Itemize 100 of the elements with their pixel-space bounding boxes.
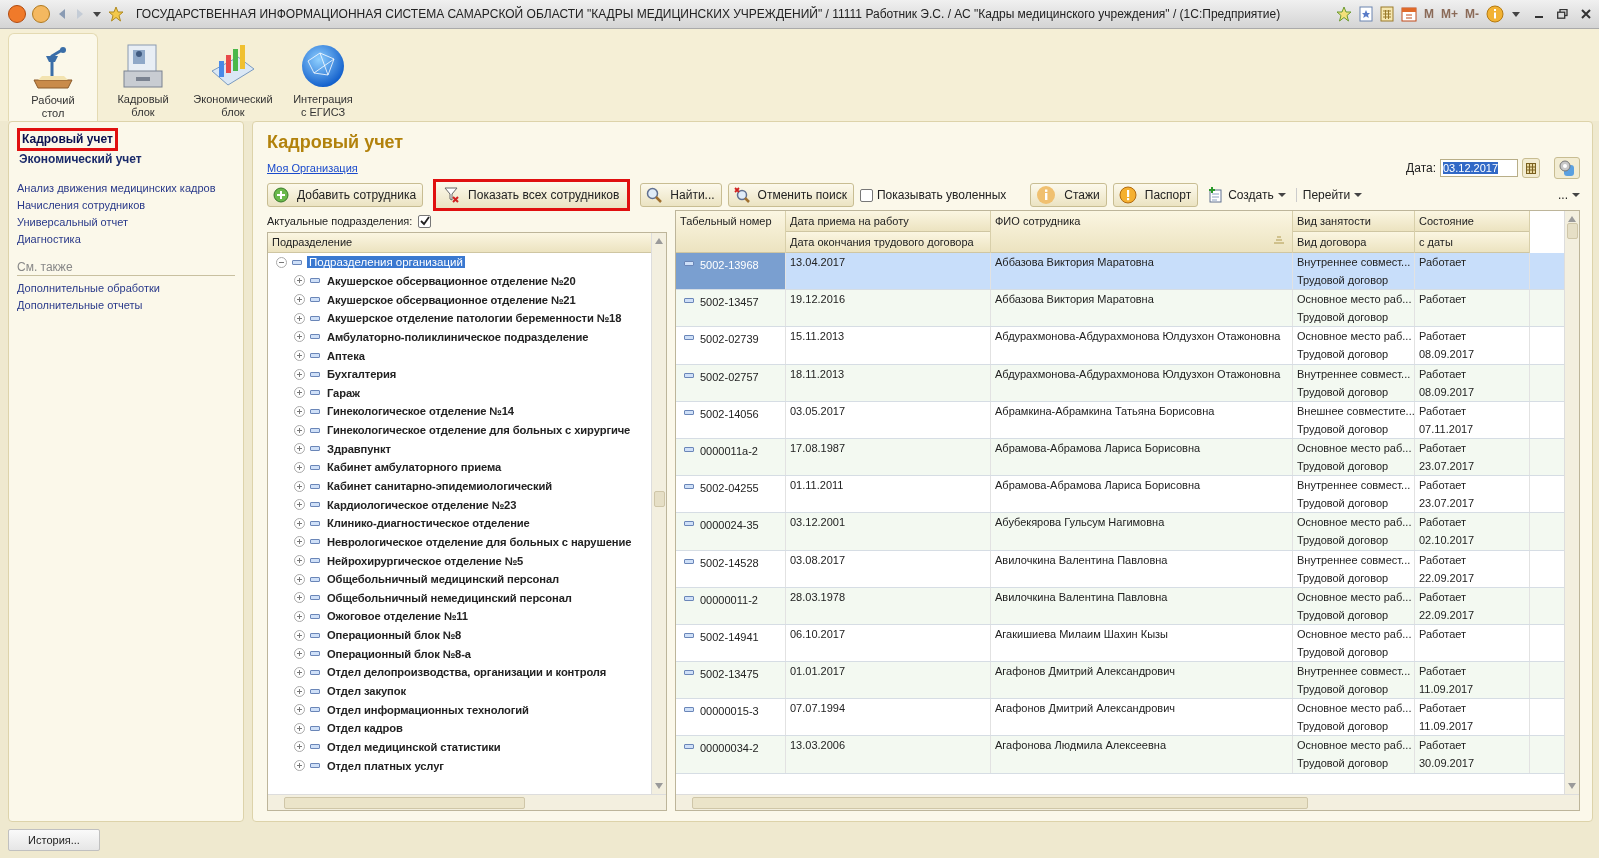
horizontal-scrollbar[interactable] <box>676 794 1579 810</box>
expand-toggle-icon[interactable] <box>294 480 305 492</box>
expand-toggle-icon[interactable] <box>294 331 305 343</box>
sidebar-section-link[interactable]: Экономический учет <box>17 151 144 168</box>
column-header[interactable]: Подразделение <box>268 233 651 253</box>
expand-toggle-icon[interactable] <box>294 760 305 772</box>
employee-row[interactable]: 5002-13457 19.12.2016 Аббазова Виктория Маратовна Основное место раб... Трудовой договор Работает <box>676 290 1564 328</box>
expand-toggle-icon[interactable] <box>294 368 305 380</box>
sidebar-section-link[interactable]: Кадровый учет <box>17 128 118 151</box>
expand-toggle-icon[interactable] <box>294 704 305 716</box>
tree-item[interactable]: Бухгалтерия <box>325 368 399 381</box>
expand-toggle-icon[interactable] <box>294 499 305 511</box>
expand-toggle-icon[interactable] <box>294 611 305 622</box>
expand-toggle-icon[interactable] <box>294 648 305 660</box>
column-header[interactable]: Состояние <box>1415 211 1529 232</box>
expand-toggle-icon[interactable] <box>294 275 305 287</box>
expand-toggle-icon[interactable] <box>294 666 305 678</box>
horizontal-scrollbar[interactable] <box>268 794 666 810</box>
expand-toggle-icon[interactable] <box>294 573 305 585</box>
tree-item[interactable]: Отдел информационных технологий <box>325 703 531 716</box>
calculator-icon[interactable] <box>1380 6 1394 22</box>
tree-item[interactable]: Неврологическое отделение для больных с нарушение <box>325 535 634 548</box>
section-tab[interactable]: Экономический блок <box>188 33 278 121</box>
employee-row[interactable]: 5002-14941 06.10.2017 Агакишиева Милаим Шахин Кызы Основное место раб... Трудовой договор Работает <box>676 624 1564 663</box>
employee-row[interactable]: 5002-14056 03.05.2017 Абрамкина-Абрамкина Татьяна Борисовна Внешнее совместите... Трудовой договор Работает 07.11.2017 <box>676 401 1564 439</box>
tree-item[interactable]: Кабинет санитарно-эпидемиологический <box>325 480 555 492</box>
tree-item[interactable]: Отдел платных услуг <box>325 759 446 772</box>
star-icon[interactable] <box>1336 6 1352 22</box>
settings-button[interactable] <box>1554 157 1580 179</box>
column-header[interactable]: ФИО сотрудника <box>991 211 1292 253</box>
tree-item[interactable]: Акушерское отделение патологии беременности №18 <box>325 312 624 325</box>
tree-item[interactable]: Гинекологическое отделение №14 <box>325 405 516 418</box>
section-tab[interactable]: Рабочий стол <box>8 33 98 121</box>
organization-link[interactable]: Моя Организация <box>267 162 358 174</box>
tree-item[interactable]: Акушерское обсервационное отделение №20 <box>325 274 578 287</box>
expand-toggle-icon[interactable] <box>294 405 305 417</box>
tree-item[interactable]: Отдел медицинской статистики <box>325 740 503 753</box>
tree-item[interactable]: Здравпункт <box>325 442 393 455</box>
employee-row[interactable]: 0000024-35 03.12.2001 Абубекярова Гульсум Нагимовна Основное место раб... Трудовой договор Работает 02.10.2017 <box>676 513 1564 551</box>
toolbar-button[interactable]: Стажи <box>1030 183 1107 207</box>
employee-row[interactable]: 5002-02739 15.11.2013 Абдурахмонова-Абдурахмонова Юлдузхон Отажоновна Основное место раб... Трудовой договор Работает 08.09.2017 <box>676 327 1564 365</box>
tree-item[interactable]: Подразделения организаций <box>307 256 465 269</box>
column-header[interactable]: Табельный номер <box>676 211 785 253</box>
employee-row[interactable]: 0000011a-2 17.08.1987 Абрамова-Абрамова Лариса Борисовна Основное место раб... Трудовой договор Работает 23.07.2017 <box>676 438 1564 477</box>
sidebar-link[interactable]: Дополнительные отчеты <box>17 299 143 311</box>
toolbar-button[interactable]: Добавить сотрудника <box>267 183 424 207</box>
actual-departments-checkbox[interactable]: Актуальные подразделения: <box>267 210 432 232</box>
sidebar-link[interactable]: Начисления сотрудников <box>17 199 146 211</box>
tree-item[interactable]: Общебольничный медицинский персонал <box>325 573 562 586</box>
expand-toggle-icon[interactable] <box>294 350 305 361</box>
tree-item[interactable]: Клинико-диагностическое отделение <box>325 517 532 530</box>
section-tab[interactable]: Интеграция с ЕГИСЗ <box>278 33 368 121</box>
column-header[interactable]: Вид договора <box>1293 232 1414 253</box>
history-button[interactable]: История... <box>8 829 100 851</box>
expand-toggle-icon[interactable] <box>294 741 305 753</box>
tree-item[interactable]: Ожоговое отделение №11 <box>325 610 470 623</box>
column-header[interactable]: Вид занятости <box>1293 211 1414 232</box>
expand-toggle-icon[interactable] <box>294 592 305 604</box>
caret-icon[interactable] <box>1511 10 1521 18</box>
tree-item[interactable]: Отдел делопроизводства, организации и контроля <box>325 666 609 679</box>
tree-item[interactable]: Операционный блок №8 <box>325 629 464 642</box>
employee-row[interactable]: 00000015-3 07.07.1994 Агафонов Дмитрий Александрович Основное место раб... Трудовой договор Работает 11.09.2017 <box>676 699 1564 737</box>
bookmark-icon[interactable] <box>1359 6 1373 22</box>
calendar-icon[interactable] <box>1401 6 1417 22</box>
caret-icon[interactable] <box>92 10 102 18</box>
column-header[interactable]: Дата приема на работу <box>786 211 990 232</box>
tree-item[interactable]: Гинекологическое отделение для больных с хирургиче <box>325 424 633 437</box>
vertical-scrollbar[interactable] <box>1564 211 1579 794</box>
sidebar-link[interactable]: Анализ движения медицинских кадров <box>17 182 216 194</box>
tree-item[interactable]: Нейрохирургическое отделение №5 <box>325 554 526 567</box>
star-icon[interactable] <box>108 6 124 22</box>
info-icon[interactable] <box>1486 5 1504 23</box>
vertical-scrollbar[interactable] <box>651 233 666 794</box>
sidebar-link[interactable]: Дополнительные обработки <box>17 282 160 294</box>
expand-toggle-icon[interactable] <box>294 443 305 455</box>
tree-item[interactable]: Акушерское обсервационное отделение №21 <box>325 293 578 306</box>
employee-row[interactable]: 5002-14528 03.08.2017 Авилочкина Валентина Павловна Внутреннее совмест... Трудовой договор Работает 22.09.2017 <box>676 550 1564 588</box>
employee-row[interactable]: 5002-13968 13.04.2017 Аббазова Виктория Маратовна Внутреннее совмест... Трудовой договор Работает <box>676 253 1564 291</box>
tree-item[interactable]: Операционный блок №8-а <box>325 647 473 660</box>
tree-item[interactable]: Общебольничный немедицинский персонал <box>325 591 574 604</box>
employee-row[interactable]: 5002-13475 01.01.2017 Агафонов Дмитрий Александрович Внутреннее совмест... Трудовой договор Работает 11.09.2017 <box>676 662 1564 700</box>
memory-button[interactable]: M- <box>1465 7 1479 21</box>
tree-item[interactable]: Гараж <box>325 386 362 399</box>
toolbar-button[interactable]: Показать всех сотрудников <box>433 179 631 211</box>
expand-toggle-icon[interactable] <box>294 312 305 324</box>
expand-toggle-icon[interactable] <box>294 517 305 529</box>
expand-toggle-icon[interactable] <box>294 461 305 473</box>
sidebar-link[interactable]: Диагностика <box>17 233 81 245</box>
calendar-button[interactable] <box>1522 158 1540 178</box>
tree-item[interactable]: Кардиологическое отделение №23 <box>325 498 519 511</box>
memory-button[interactable]: M <box>1424 7 1434 21</box>
expand-toggle-icon[interactable] <box>294 629 305 641</box>
expand-toggle-icon[interactable] <box>294 294 305 306</box>
tree-item[interactable]: Отдел закупок <box>325 685 408 698</box>
expand-toggle-icon[interactable] <box>294 722 305 734</box>
column-header[interactable]: с даты <box>1415 232 1529 253</box>
toolbar-button[interactable]: Отменить поиск <box>727 183 854 207</box>
section-tab[interactable]: Кадровый блок <box>98 33 188 121</box>
employee-row[interactable]: 00000034-2 13.03.2006 Агафонова Людмила Алексеевна Основное место раб... Трудовой договор Работает 30.09.2017 <box>676 736 1564 774</box>
tree-item[interactable]: Амбулаторно-поликлиническое подразделение <box>325 330 591 343</box>
